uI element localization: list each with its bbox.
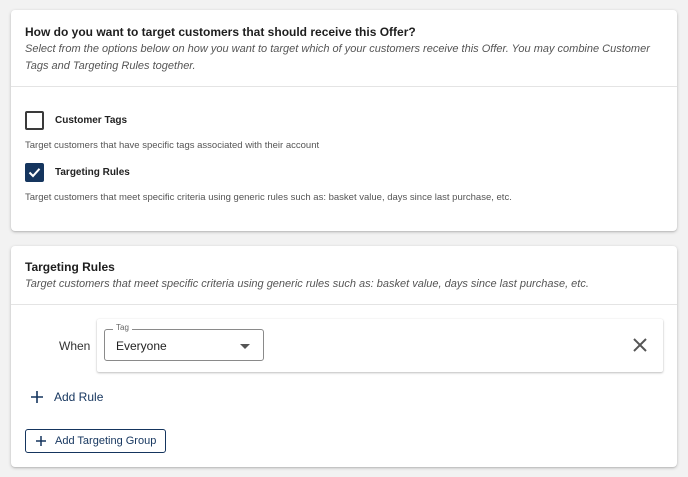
targeting-rules-description: Target customers that meet specific crit… [25,192,512,203]
targeting-rules-card: Targeting Rules Target customers that me… [11,246,677,467]
targeting-rules-option[interactable]: Targeting Rules [25,163,130,182]
targeting-rules-subtitle: Target customers that meet specific crit… [25,278,589,290]
checkmark-icon [28,168,41,178]
targeting-rules-label: Targeting Rules [55,167,130,178]
target-customers-subtitle: Select from the options below on how you… [25,43,650,72]
add-rule-label: Add Rule [54,390,104,404]
tag-select[interactable]: Tag Everyone [104,323,264,361]
tag-select-label: Tag [113,323,132,332]
customer-tags-checkbox[interactable] [25,111,44,130]
customer-tags-description: Target customers that have specific tags… [25,140,320,151]
target-customers-header: How do you want to target customers that… [11,10,677,87]
add-targeting-group-button[interactable]: Add Targeting Group [25,429,166,453]
add-rule-button[interactable]: Add Rule [30,390,103,404]
close-icon [633,338,647,352]
targeting-rules-checkbox[interactable] [25,163,44,182]
customer-tags-option[interactable]: Customer Tags [25,111,127,130]
rule-row: When Tag Everyone [11,319,677,372]
targeting-rules-title: Targeting Rules [25,260,115,274]
plus-icon [36,436,46,446]
rule-box: Tag Everyone [97,319,663,372]
customer-tags-label: Customer Tags [55,115,128,126]
tag-select-value: Everyone [116,339,167,353]
caret-down-icon[interactable] [240,344,250,349]
plus-icon [31,391,43,403]
target-customers-card: How do you want to target customers that… [11,10,677,231]
remove-rule-button[interactable] [631,336,649,354]
targeting-rules-header: Targeting Rules Target customers that me… [11,246,677,305]
target-customers-title: How do you want to target customers that… [25,25,416,39]
when-label: When [59,339,91,353]
add-targeting-group-label: Add Targeting Group [55,435,157,447]
